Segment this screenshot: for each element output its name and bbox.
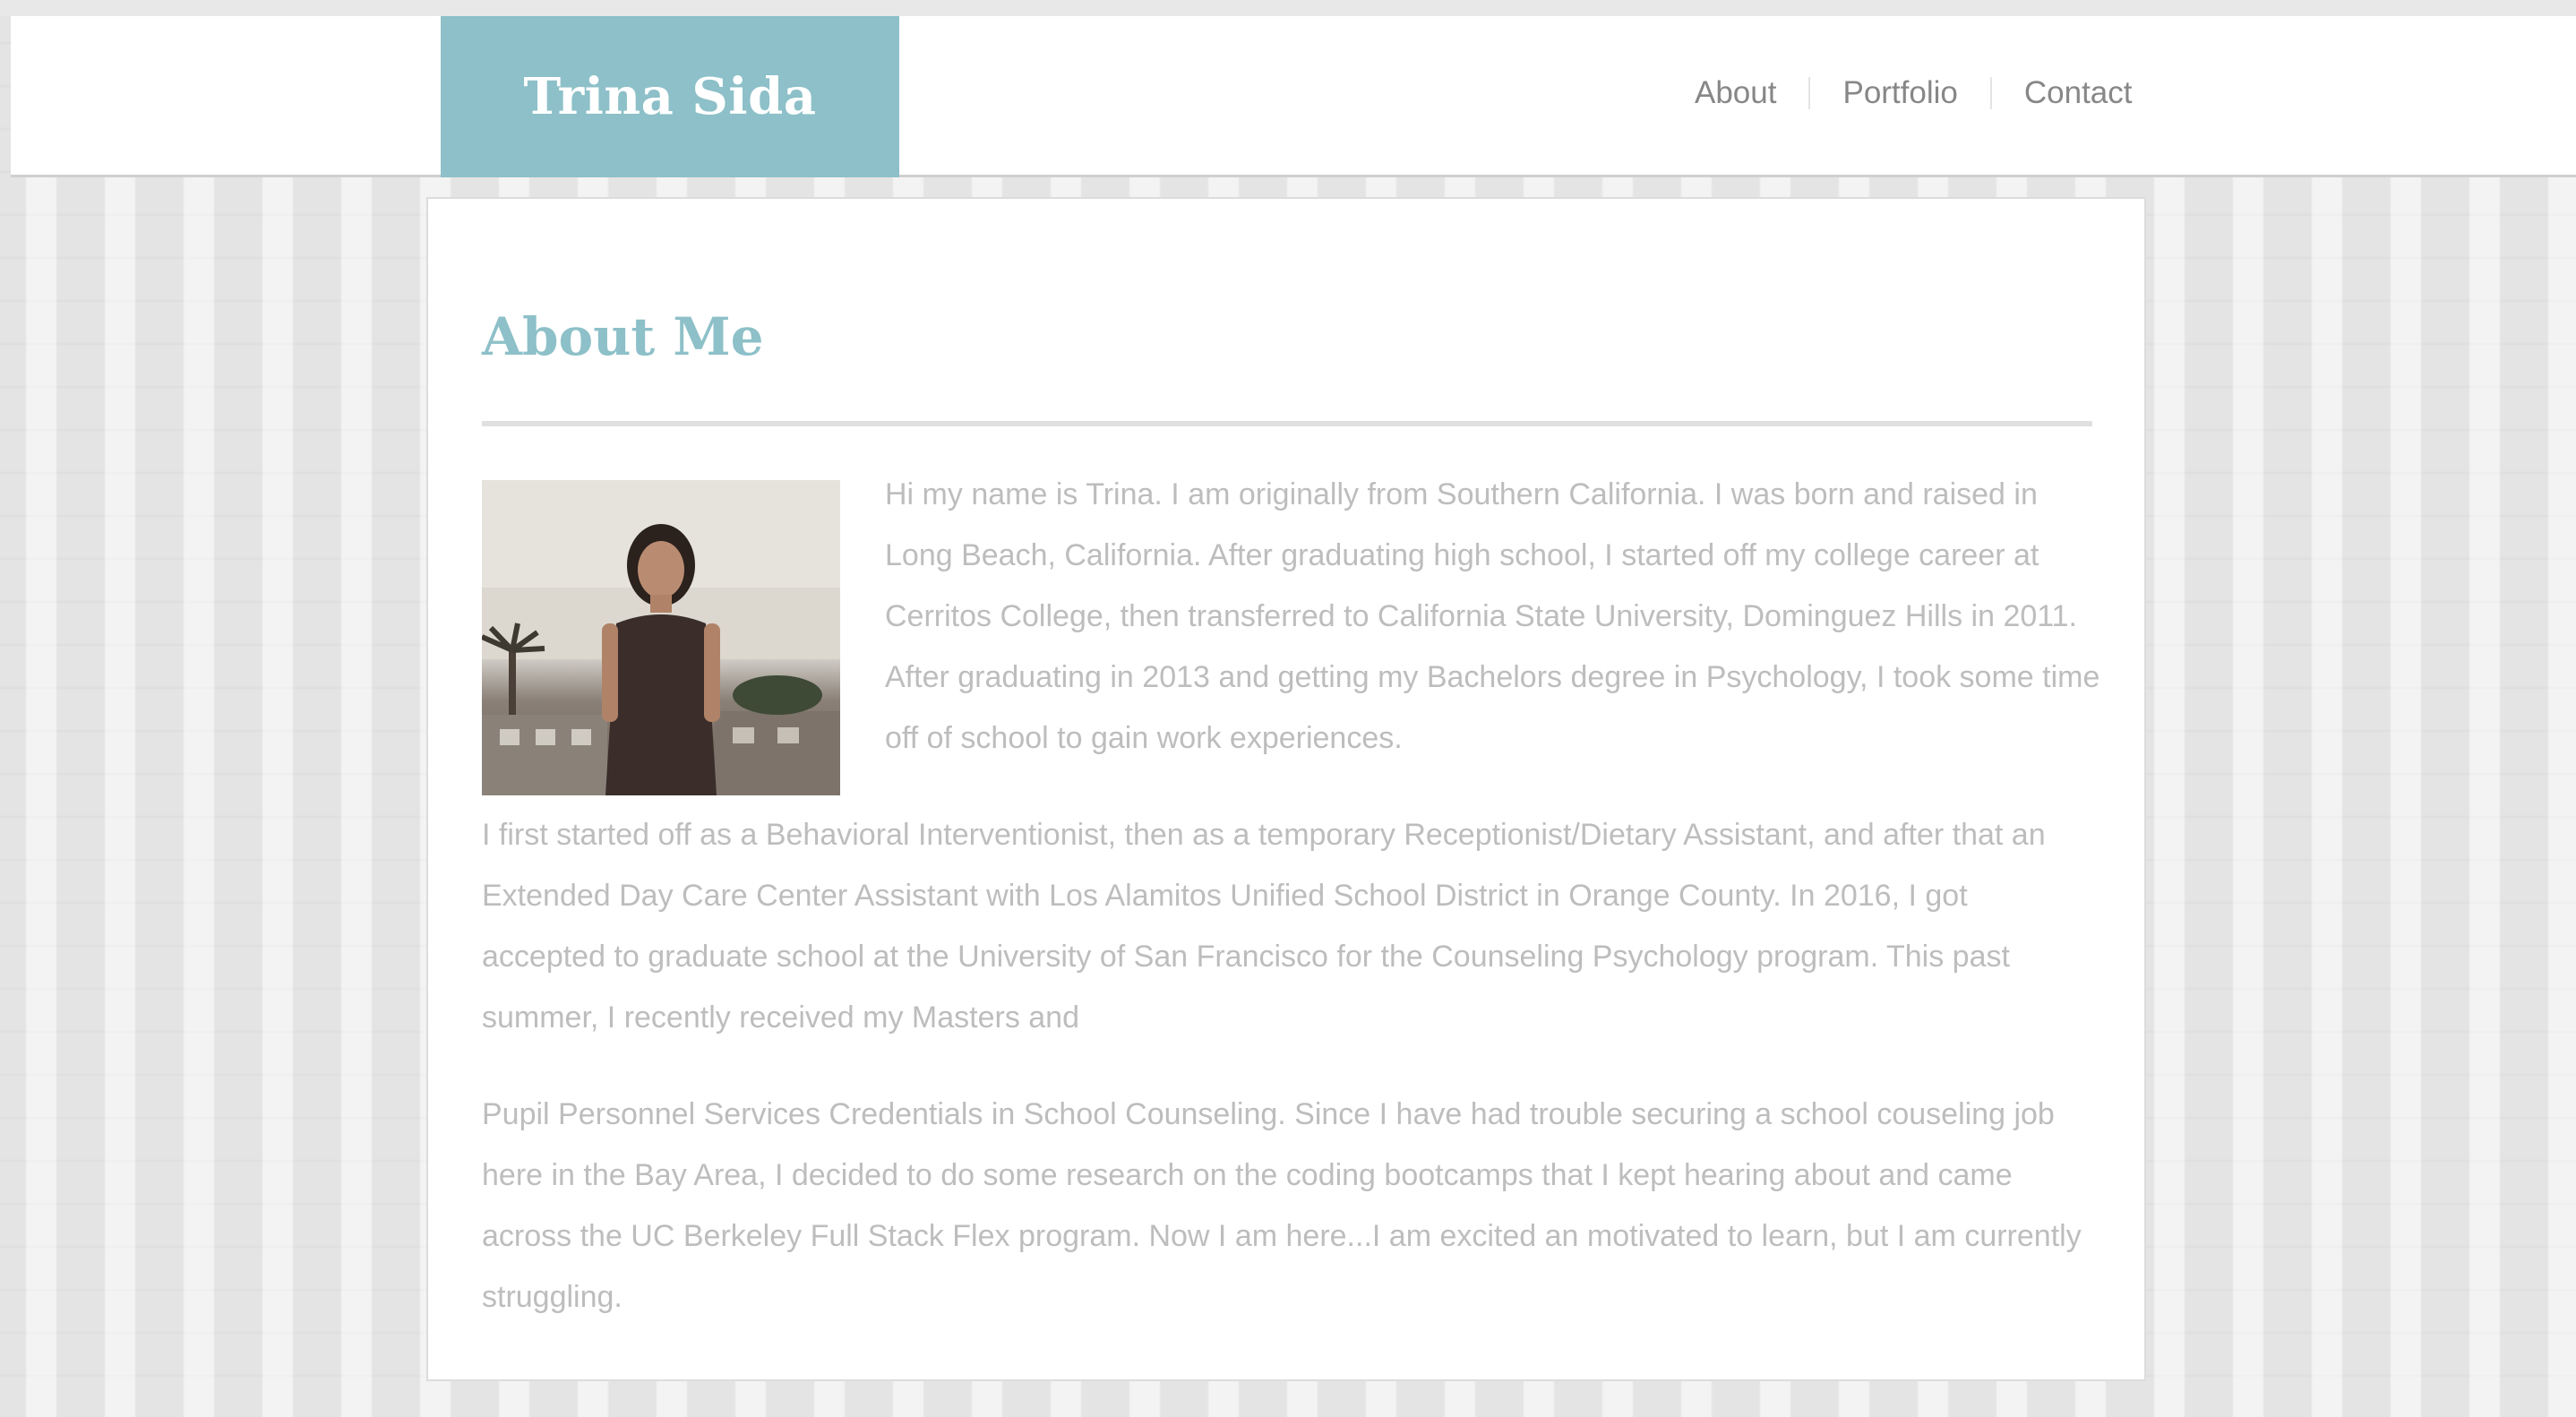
about-paragraph-3: Pupil Personnel Services Credentials in … <box>482 1097 2082 1314</box>
about-paragraph-1: Hi my name is Trina. I am originally fro… <box>885 477 2100 755</box>
profile-photo <box>482 480 840 795</box>
brand-logo[interactable]: Trina Sida <box>441 16 899 177</box>
about-card: About Me Hi my name is Trina. I am origi… <box>426 197 2146 1381</box>
heading-divider <box>482 421 2092 426</box>
nav-link-contact[interactable]: Contact <box>1992 73 2133 113</box>
about-paragraph-2: I first started off as a Behavioral Inte… <box>482 818 2046 1035</box>
main-nav: About Portfolio Contact <box>1695 73 2133 113</box>
site-header: Trina Sida About Portfolio Contact <box>11 16 2576 177</box>
page-title: About Me <box>482 306 764 367</box>
top-strip <box>0 0 2576 16</box>
brand-name[interactable]: Trina Sida <box>523 67 816 126</box>
nav-link-about[interactable]: About <box>1695 73 1808 113</box>
nav-link-portfolio[interactable]: Portfolio <box>1810 73 1989 113</box>
